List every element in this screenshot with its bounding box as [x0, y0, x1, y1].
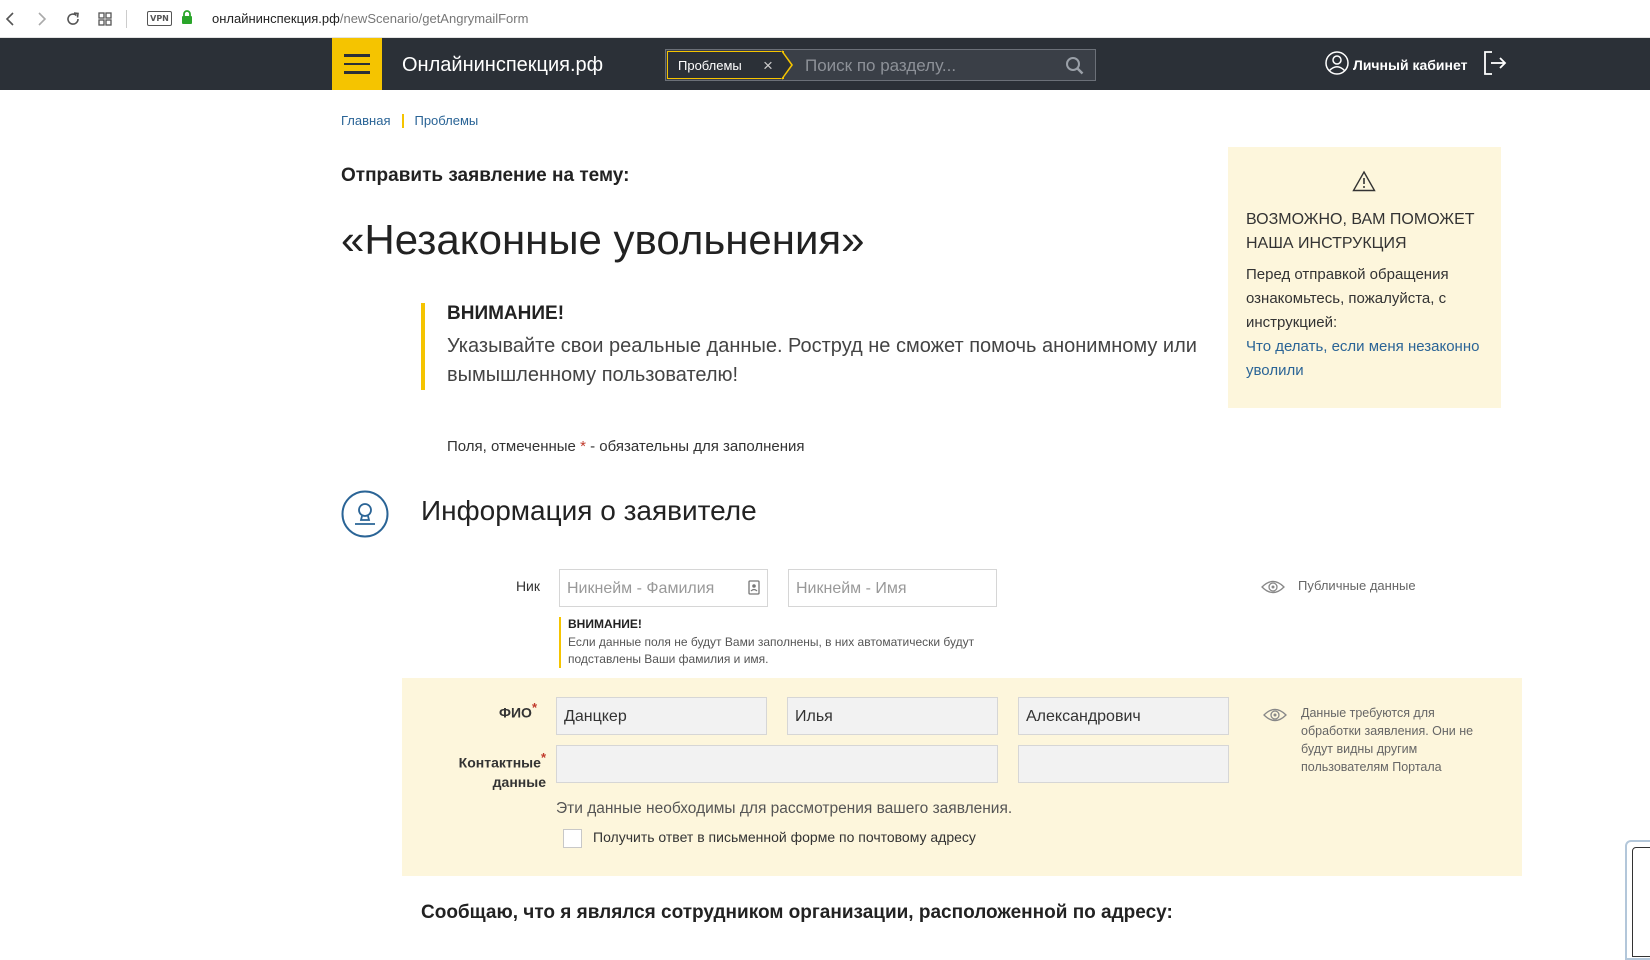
fio-label-text: ФИО	[499, 704, 532, 721]
site-logo[interactable]: Онлайнинспекция.рф	[402, 54, 603, 77]
eye-icon	[1261, 579, 1285, 600]
fio-required-star: *	[531, 700, 537, 715]
fio-name-value: Илья	[795, 708, 833, 725]
contacts-label-line2: данные	[492, 773, 546, 790]
nick-warning-text: Если данные поля не будут Вами заполнены…	[568, 635, 975, 666]
site-header: Онлайнинспекция.рф Проблемы × Поиск по р…	[0, 38, 1650, 90]
public-data-label: Публичные данные	[1298, 578, 1416, 593]
url-domain: онлайнинспекция.рф	[212, 11, 340, 26]
close-icon[interactable]: ×	[763, 56, 773, 76]
fio-patronymic-input[interactable]: Александрович	[1018, 697, 1229, 735]
page-title: «Незаконные увольнения»	[341, 216, 865, 263]
contact-card-icon	[748, 580, 760, 600]
search-icon[interactable]	[1065, 56, 1084, 80]
breadcrumb-separator	[402, 113, 405, 128]
postal-reply-label[interactable]: Получить ответ в письменной форме по поч…	[593, 829, 976, 845]
toolbar-divider	[126, 10, 127, 28]
instruction-link[interactable]: Что делать, если меня незаконно уволили	[1246, 335, 1486, 383]
breadcrumb: Главная Проблемы	[341, 113, 478, 128]
employer-heading: Сообщаю, что я являлся сотрудником орган…	[421, 902, 1173, 923]
contact-phone-input[interactable]	[1018, 745, 1229, 783]
info-box-title: ВОЗМОЖНО, ВАМ ПОМОЖЕТ НАША ИНСТРУКЦИЯ	[1246, 211, 1475, 252]
lock-icon[interactable]	[181, 10, 193, 30]
breadcrumb-problems-link[interactable]: Проблемы	[414, 113, 478, 128]
search-scope-tag[interactable]: Проблемы ×	[667, 51, 784, 79]
nick-surname-input[interactable]: Никнейм - Фамилия	[559, 569, 768, 607]
fio-label: ФИО*	[470, 700, 537, 721]
nick-surname-placeholder: Никнейм - Фамилия	[567, 580, 715, 597]
warning-triangle-icon	[1352, 170, 1376, 197]
search-scope-label: Проблемы	[678, 57, 742, 73]
applicant-icon	[341, 490, 389, 543]
address-bar[interactable]: онлайнинспекция.рф/newScenario/getAngrym…	[212, 11, 528, 26]
breadcrumb-home-link[interactable]: Главная	[341, 113, 390, 128]
search-box[interactable]: Проблемы × Поиск по разделу...	[665, 49, 1096, 81]
send-heading: Отправить заявление на тему:	[341, 165, 630, 186]
tag-arrow-shape-inner	[781, 51, 791, 79]
fio-surname-input[interactable]: Данцкер	[556, 697, 767, 735]
fio-name-input[interactable]: Илья	[787, 697, 998, 735]
nick-label: Ник	[515, 578, 540, 594]
nick-name-placeholder: Никнейм - Имя	[796, 580, 907, 597]
browser-toolbar: VPN онлайнинспекция.рф/newScenario/getAn…	[0, 0, 1650, 38]
nick-warning: ВНИМАНИЕ! Если данные поля не будут Вами…	[559, 617, 979, 668]
required-fields-note: Поля, отмеченные * - обязательны для зап…	[447, 438, 805, 455]
user-icon	[1325, 51, 1349, 78]
warning-block: ВНИМАНИЕ! Указывайте свои реальные данны…	[421, 303, 1201, 390]
private-data-note: Данные требуются для обработки заявления…	[1301, 706, 1474, 774]
warning-text: Указывайте свои реальные данные. Роструд…	[447, 335, 1197, 386]
warning-title: ВНИМАНИЕ!	[447, 303, 565, 324]
contact-email-input[interactable]	[556, 745, 998, 783]
menu-burger-button[interactable]	[332, 38, 382, 90]
logout-icon[interactable]	[1482, 50, 1508, 81]
reload-icon[interactable]	[62, 8, 84, 30]
search-input[interactable]: Поиск по разделу...	[805, 56, 956, 76]
section-title: Информация о заявителе	[421, 495, 757, 526]
info-box-text: Перед отправкой обращения ознакомьтесь, …	[1246, 266, 1449, 331]
postal-reply-checkbox[interactable]	[563, 829, 582, 848]
nick-warning-title: ВНИМАНИЕ!	[568, 617, 642, 631]
nick-name-input[interactable]: Никнейм - Имя	[788, 569, 997, 607]
personal-cabinet-label: Личный кабинет	[1353, 56, 1468, 73]
forward-icon[interactable]	[30, 8, 52, 30]
contacts-required-star: *	[540, 750, 546, 765]
required-prefix: Поля, отмеченные	[447, 438, 576, 455]
tabs-grid-icon[interactable]	[94, 8, 116, 30]
contacts-label: Контактные* данные	[440, 748, 546, 792]
eye-hidden-icon	[1263, 707, 1287, 728]
instruction-info-box: ВОЗМОЖНО, ВАМ ПОМОЖЕТ НАША ИНСТРУКЦИЯ Пе…	[1228, 147, 1501, 408]
personal-cabinet-link[interactable]: Личный кабинет	[1325, 51, 1467, 78]
fio-patronymic-value: Александрович	[1026, 708, 1141, 725]
data-required-note: Эти данные необходимы для рассмотрения в…	[556, 800, 1013, 817]
fio-surname-value: Данцкер	[564, 708, 627, 725]
contacts-label-line1: Контактные	[458, 754, 541, 771]
vpn-badge[interactable]: VPN	[147, 11, 172, 26]
back-icon[interactable]	[0, 8, 22, 30]
overlay-window-edge[interactable]	[1625, 840, 1650, 960]
url-path: /newScenario/getAngrymailForm	[339, 11, 529, 26]
required-suffix: - обязательны для заполнения	[585, 438, 805, 455]
